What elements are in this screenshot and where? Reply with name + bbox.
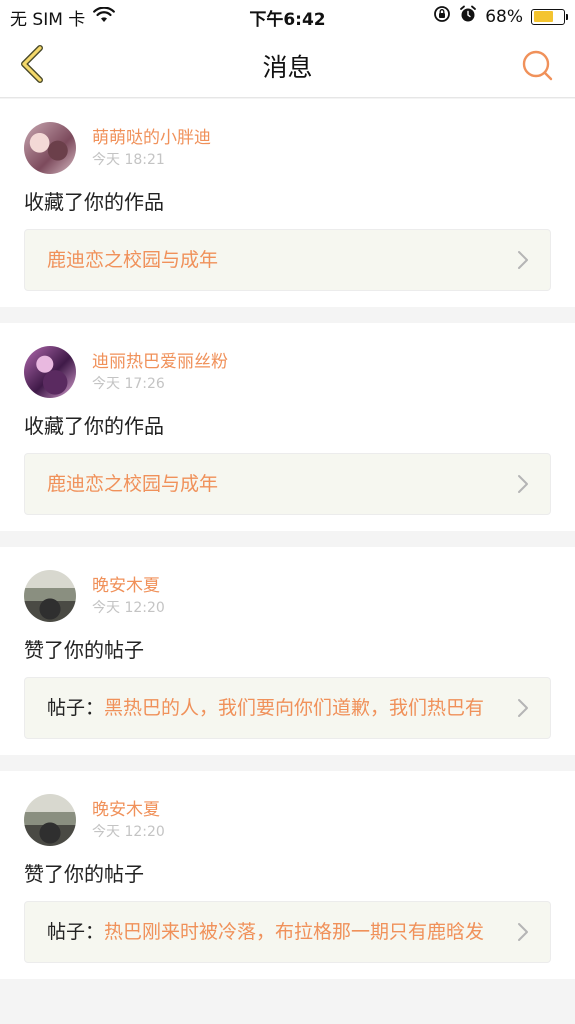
message-action: 收藏了你的作品 xyxy=(24,414,164,438)
timestamp: 今天 12:20 xyxy=(92,599,165,616)
avatar[interactable] xyxy=(24,346,76,398)
avatar[interactable] xyxy=(24,570,76,622)
search-icon xyxy=(522,50,553,81)
user-meta: 晚安木夏 今天 12:20 xyxy=(92,799,165,842)
orientation-lock-icon xyxy=(433,5,451,28)
referenced-text: 鹿迪恋之校园与成年 xyxy=(47,249,218,272)
chevron-right-icon xyxy=(518,923,528,941)
battery-icon xyxy=(531,8,568,25)
username[interactable]: 晚安木夏 xyxy=(92,799,165,821)
avatar[interactable] xyxy=(24,794,76,846)
page-title: 消息 xyxy=(262,53,313,82)
message-header: 晚安木夏 今天 12:20 xyxy=(24,569,551,623)
message-header: 迪丽热巴爱丽丝粉 今天 17:26 xyxy=(24,345,551,399)
referenced-text: 鹿迪恋之校园与成年 xyxy=(47,473,218,496)
referenced-title: 鹿迪恋之校园与成年 xyxy=(47,472,219,495)
username[interactable]: 迪丽热巴爱丽丝粉 xyxy=(92,351,228,373)
referenced-title: 热巴刚来时被冷落，布拉格那一期只有鹿晗发 xyxy=(104,920,485,943)
message-card: 迪丽热巴爱丽丝粉 今天 17:26 收藏了你的作品 鹿迪恋之校园与成年 xyxy=(0,323,575,531)
referenced-item[interactable]: 鹿迪恋之校园与成年 xyxy=(24,453,551,515)
alarm-icon xyxy=(459,5,477,28)
referenced-title: 鹿迪恋之校园与成年 xyxy=(47,248,219,271)
avatar[interactable] xyxy=(24,122,76,174)
chevron-right-icon xyxy=(518,699,528,717)
message-card: 萌萌哒的小胖迪 今天 18:21 收藏了你的作品 鹿迪恋之校园与成年 xyxy=(0,99,575,307)
status-bar: 无 SIM 卡 下午6:42 68% xyxy=(0,0,575,32)
message-action: 赞了你的帖子 xyxy=(24,638,144,662)
username[interactable]: 萌萌哒的小胖迪 xyxy=(92,127,211,149)
search-button[interactable] xyxy=(517,46,557,84)
referenced-item[interactable]: 鹿迪恋之校园与成年 xyxy=(24,229,551,291)
chevron-right-icon xyxy=(518,475,528,493)
referenced-prefix: 帖子： xyxy=(47,920,105,943)
referenced-item[interactable]: 帖子：黑热巴的人，我们要向你们道歉，我们热巴有 xyxy=(24,677,551,739)
user-meta: 晚安木夏 今天 12:20 xyxy=(92,575,165,618)
referenced-prefix: 帖子： xyxy=(47,696,105,719)
referenced-item[interactable]: 帖子：热巴刚来时被冷落，布拉格那一期只有鹿晗发 xyxy=(24,901,551,963)
user-meta: 萌萌哒的小胖迪 今天 18:21 xyxy=(92,127,211,170)
referenced-text: 帖子：热巴刚来时被冷落，布拉格那一期只有鹿晗发 xyxy=(47,921,484,944)
timestamp: 今天 18:21 xyxy=(92,151,165,168)
nav-bar: 消息 xyxy=(0,32,575,98)
timestamp: 今天 12:20 xyxy=(92,823,165,840)
battery-percent: 68% xyxy=(485,6,523,27)
chevron-right-icon xyxy=(518,251,528,269)
message-card: 晚安木夏 今天 12:20 赞了你的帖子 帖子：黑热巴的人，我们要向你们道歉，我… xyxy=(0,547,575,755)
message-action: 收藏了你的作品 xyxy=(24,190,164,214)
message-card: 晚安木夏 今天 12:20 赞了你的帖子 帖子：热巴刚来时被冷落，布拉格那一期只… xyxy=(0,771,575,979)
message-action: 赞了你的帖子 xyxy=(24,862,144,886)
message-header: 晚安木夏 今天 12:20 xyxy=(24,793,551,847)
referenced-text: 帖子：黑热巴的人，我们要向你们道歉，我们热巴有 xyxy=(47,697,484,720)
referenced-title: 黑热巴的人，我们要向你们道歉，我们热巴有 xyxy=(104,696,485,719)
user-meta: 迪丽热巴爱丽丝粉 今天 17:26 xyxy=(92,351,228,394)
username[interactable]: 晚安木夏 xyxy=(92,575,165,597)
message-header: 萌萌哒的小胖迪 今天 18:21 xyxy=(24,121,551,175)
message-list: 萌萌哒的小胖迪 今天 18:21 收藏了你的作品 鹿迪恋之校园与成年 迪丽热巴爱… xyxy=(0,99,575,995)
status-right: 68% xyxy=(433,5,568,28)
battery-fill xyxy=(533,11,554,22)
timestamp: 今天 17:26 xyxy=(92,375,165,392)
